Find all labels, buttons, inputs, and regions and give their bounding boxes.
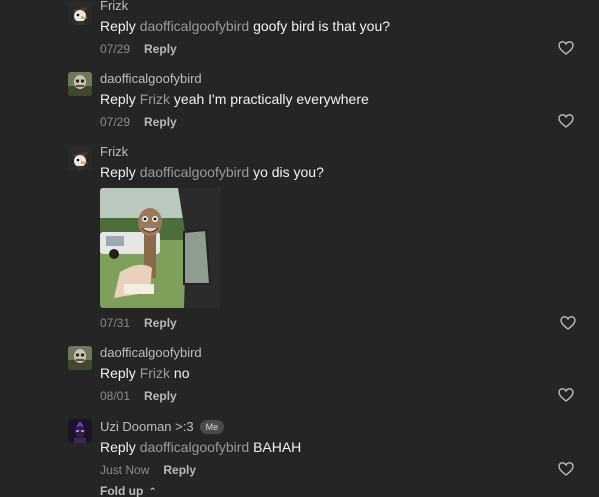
attached-photo[interactable]	[100, 188, 220, 308]
reply-prefix: Reply	[100, 18, 136, 34]
comment-body: Reply Frizk yeah I'm practically everywh…	[100, 90, 369, 108]
reply-button[interactable]: Reply	[144, 42, 177, 56]
comment-body: Reply daofficalgoofybird goofy bird is t…	[100, 17, 390, 35]
like-heart-icon[interactable]	[558, 387, 574, 403]
comment-date: 08/01	[100, 389, 131, 403]
uzi-avatar-icon[interactable]	[68, 419, 92, 443]
username-text: Uzi Dooman >:3	[100, 419, 194, 434]
me-badge: Me	[199, 420, 225, 434]
comment-meta: Just Now Reply	[100, 463, 196, 477]
comment-date: 07/31	[100, 316, 131, 330]
mention-link[interactable]: Frizk	[140, 91, 170, 107]
chevron-up-icon: ⌃	[148, 487, 157, 497]
fold-up-label: Fold up	[100, 484, 144, 497]
comment-username[interactable]: Uzi Dooman >:3 Me	[100, 419, 225, 435]
comment-body: Reply daofficalgoofybird BAHAH	[100, 438, 301, 456]
comment-meta: 07/31 Reply	[100, 316, 177, 330]
comment-text: BAHAH	[253, 439, 302, 455]
reply-button[interactable]: Reply	[144, 115, 177, 129]
bird-cowboy-avatar-icon[interactable]	[68, 1, 92, 25]
comment-username[interactable]: daofficalgoofybird	[100, 345, 202, 361]
reply-prefix: Reply	[100, 365, 136, 381]
reply-prefix: Reply	[100, 91, 136, 107]
like-heart-icon[interactable]	[558, 461, 574, 477]
fold-up-button[interactable]: Fold up ⌃	[100, 484, 157, 497]
comment-date: Just Now	[100, 463, 150, 477]
comment-text: yeah I'm practically everywhere	[173, 91, 369, 107]
like-heart-icon[interactable]	[558, 40, 574, 56]
reply-button[interactable]: Reply	[144, 316, 177, 330]
mention-link[interactable]: daofficalgoofybird	[140, 164, 249, 180]
comment-body: Reply daofficalgoofybird yo dis you?	[100, 163, 324, 181]
comment-text: yo dis you?	[253, 164, 324, 180]
mention-link[interactable]: Frizk	[140, 365, 170, 381]
comment-username[interactable]: daofficalgoofybird	[100, 71, 202, 87]
comment-username[interactable]: Frizk	[100, 144, 128, 160]
comment-meta: 07/29 Reply	[100, 42, 177, 56]
comment-thread: Frizk Reply daofficalgoofybird goofy bir…	[0, 0, 599, 497]
comment-date: 07/29	[100, 115, 131, 129]
like-heart-icon[interactable]	[558, 113, 574, 129]
comment-body: Reply Frizk no	[100, 364, 189, 382]
comment-meta: 08/01 Reply	[100, 389, 177, 403]
mention-link[interactable]: daofficalgoofybird	[140, 18, 249, 34]
reply-button[interactable]: Reply	[144, 389, 177, 403]
comment-text: goofy bird is that you?	[253, 18, 391, 34]
like-heart-icon[interactable]	[560, 315, 576, 331]
reply-button[interactable]: Reply	[163, 463, 196, 477]
comment-text: no	[173, 365, 190, 381]
mention-link[interactable]: daofficalgoofybird	[140, 439, 249, 455]
comment-username[interactable]: Frizk	[100, 0, 128, 14]
comment-meta: 07/29 Reply	[100, 115, 177, 129]
comment-date: 07/29	[100, 42, 131, 56]
goofy-bird-avatar-icon[interactable]	[68, 72, 92, 96]
goofy-bird-avatar-icon[interactable]	[68, 346, 92, 370]
bird-cowboy-avatar-icon[interactable]	[68, 146, 92, 170]
reply-prefix: Reply	[100, 439, 136, 455]
reply-prefix: Reply	[100, 164, 136, 180]
